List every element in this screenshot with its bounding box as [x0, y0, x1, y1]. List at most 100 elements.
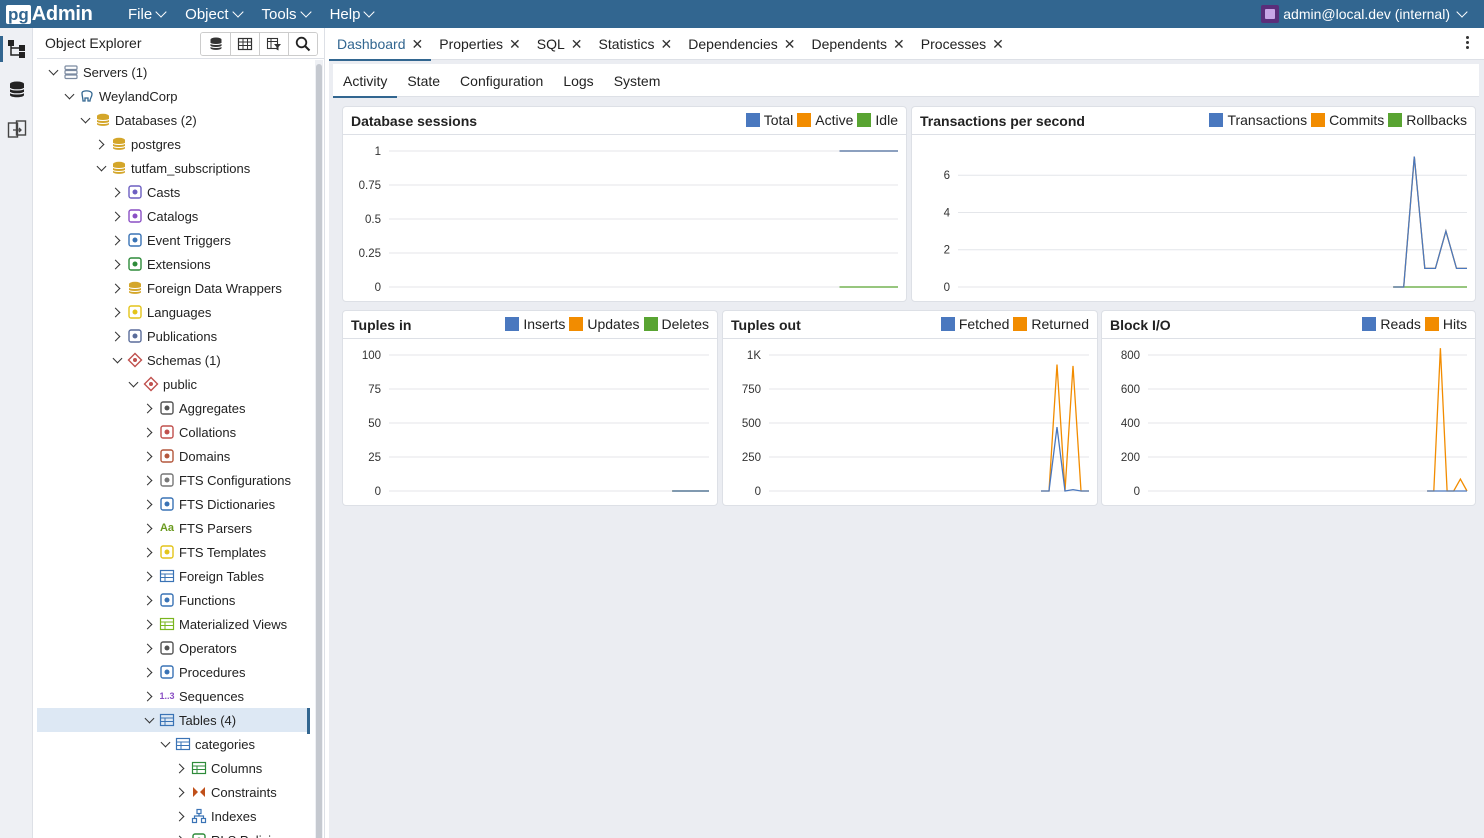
subtab-system[interactable]: System: [604, 64, 671, 97]
chevron-down-icon[interactable]: [157, 736, 173, 752]
tree-node[interactable]: FTS Configurations: [37, 468, 307, 492]
tree-node[interactable]: FTS Templates: [37, 540, 307, 564]
chevron-right-icon[interactable]: [93, 136, 109, 152]
search-objects-button[interactable]: [288, 33, 317, 55]
tree-node[interactable]: FTS Dictionaries: [37, 492, 307, 516]
object-explorer-icon[interactable]: [7, 39, 27, 59]
chevron-right-icon[interactable]: [141, 496, 157, 512]
user-menu[interactable]: admin@local.dev (internal): [1261, 0, 1468, 28]
query-tool-button[interactable]: [201, 33, 230, 55]
legend-item[interactable]: Deletes: [643, 316, 709, 332]
tree-node[interactable]: Publications: [37, 324, 307, 348]
tree-node[interactable]: Constraints: [37, 780, 307, 804]
legend-item[interactable]: Inserts: [505, 316, 565, 332]
chevron-right-icon[interactable]: [141, 616, 157, 632]
subtab-configuration[interactable]: Configuration: [450, 64, 553, 97]
more-options-icon[interactable]: [1466, 36, 1470, 52]
tab-dashboard[interactable]: Dashboard ✕: [329, 28, 432, 61]
tree-node[interactable]: Operators: [37, 636, 307, 660]
tree-node[interactable]: Languages: [37, 300, 307, 324]
tree-node[interactable]: Collations: [37, 420, 307, 444]
chevron-right-icon[interactable]: [141, 640, 157, 656]
tree-node[interactable]: Indexes: [37, 804, 307, 828]
chevron-down-icon[interactable]: [125, 376, 141, 392]
view-data-button[interactable]: [230, 33, 259, 55]
chevron-down-icon[interactable]: [109, 352, 125, 368]
tree-node[interactable]: Functions: [37, 588, 307, 612]
tree-node[interactable]: Casts: [37, 180, 307, 204]
chevron-right-icon[interactable]: [173, 760, 189, 776]
tree-node[interactable]: Schemas (1): [37, 348, 307, 372]
chevron-down-icon[interactable]: [77, 112, 93, 128]
chevron-right-icon[interactable]: [109, 304, 125, 320]
tree-node[interactable]: Extensions: [37, 252, 307, 276]
tab-dependents[interactable]: Dependents ✕: [804, 28, 913, 60]
chevron-right-icon[interactable]: [141, 424, 157, 440]
legend-item[interactable]: Updates: [569, 316, 640, 332]
chevron-right-icon[interactable]: [141, 448, 157, 464]
legend-item[interactable]: Active: [797, 112, 853, 128]
close-icon[interactable]: ✕: [992, 36, 1004, 53]
tab-statistics[interactable]: Statistics ✕: [591, 28, 681, 60]
tree-node[interactable]: Materialized Views: [37, 612, 307, 636]
chevron-down-icon[interactable]: [141, 712, 157, 728]
pgadmin-logo[interactable]: pg Admin: [6, 2, 93, 26]
tab-sql[interactable]: SQL ✕: [529, 28, 591, 60]
tree-node[interactable]: Servers (1): [37, 60, 307, 84]
close-icon[interactable]: ✕: [412, 36, 424, 53]
tree-node[interactable]: Columns: [37, 756, 307, 780]
chevron-right-icon[interactable]: [141, 664, 157, 680]
tree-node[interactable]: public: [37, 372, 307, 396]
chevron-right-icon[interactable]: [141, 400, 157, 416]
menu-object[interactable]: Object: [175, 0, 251, 28]
chevron-right-icon[interactable]: [141, 544, 157, 560]
chevron-right-icon[interactable]: [141, 688, 157, 704]
menu-help[interactable]: Help: [320, 0, 384, 28]
menu-file[interactable]: File: [118, 0, 175, 28]
chevron-right-icon[interactable]: [109, 232, 125, 248]
schema-diff-icon[interactable]: [7, 120, 27, 140]
query-tool-db-icon[interactable]: [7, 80, 27, 100]
tree-node[interactable]: Domains: [37, 444, 307, 468]
tree-scrollbar-thumb[interactable]: [316, 64, 322, 838]
tree-node[interactable]: postgres: [37, 132, 307, 156]
chevron-right-icon[interactable]: [173, 808, 189, 824]
tree-node[interactable]: Aggregates: [37, 396, 307, 420]
tree-node[interactable]: RLS Policies: [37, 828, 307, 838]
tab-properties[interactable]: Properties ✕: [431, 28, 529, 60]
chevron-right-icon[interactable]: [173, 832, 189, 838]
legend-item[interactable]: Idle: [857, 112, 898, 128]
legend-item[interactable]: Rollbacks: [1388, 112, 1467, 128]
legend-item[interactable]: Commits: [1311, 112, 1384, 128]
tab-dependencies[interactable]: Dependencies ✕: [680, 28, 803, 60]
close-icon[interactable]: ✕: [784, 36, 796, 53]
tree-node[interactable]: Databases (2): [37, 108, 307, 132]
chevron-down-icon[interactable]: [93, 160, 109, 176]
tree-node[interactable]: Catalogs: [37, 204, 307, 228]
tree-node[interactable]: WeylandCorp: [37, 84, 307, 108]
tree-node[interactable]: Aa FTS Parsers: [37, 516, 307, 540]
chevron-down-icon[interactable]: [45, 64, 61, 80]
tree-node[interactable]: categories: [37, 732, 307, 756]
tree-node[interactable]: tutfam_subscriptions: [37, 156, 307, 180]
close-icon[interactable]: ✕: [893, 36, 905, 53]
legend-item[interactable]: Hits: [1424, 316, 1467, 332]
tree-node[interactable]: Foreign Data Wrappers: [37, 276, 307, 300]
chevron-right-icon[interactable]: [141, 472, 157, 488]
subtab-state[interactable]: State: [397, 64, 450, 97]
chevron-right-icon[interactable]: [109, 208, 125, 224]
legend-item[interactable]: Total: [745, 112, 793, 128]
tree-node[interactable]: 1..3 Sequences: [37, 684, 307, 708]
chevron-right-icon[interactable]: [109, 280, 125, 296]
subtab-logs[interactable]: Logs: [553, 64, 603, 97]
legend-item[interactable]: Returned: [1013, 316, 1089, 332]
chevron-down-icon[interactable]: [61, 88, 77, 104]
legend-item[interactable]: Transactions: [1209, 112, 1307, 128]
close-icon[interactable]: ✕: [571, 36, 583, 53]
close-icon[interactable]: ✕: [509, 36, 521, 53]
chevron-right-icon[interactable]: [109, 328, 125, 344]
chevron-right-icon[interactable]: [109, 256, 125, 272]
chevron-right-icon[interactable]: [141, 520, 157, 536]
filtered-rows-button[interactable]: [259, 33, 288, 55]
legend-item[interactable]: Fetched: [940, 316, 1009, 332]
